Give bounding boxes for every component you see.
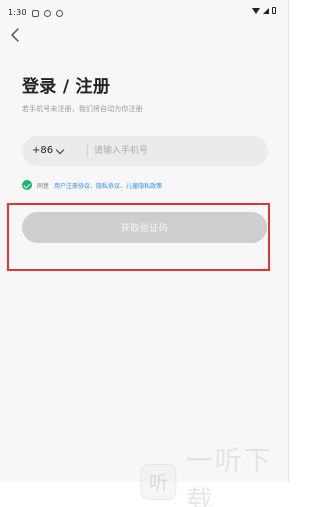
phone-screen: 1:30 登录 / 注册 若手机号未注册，我们将自动为你注册 +86 请输入手机… xyxy=(0,0,289,482)
agreement-row: 同意 用户注册协议、隐私协议、儿童隐私政策 xyxy=(22,180,162,190)
status-time: 1:30 xyxy=(8,8,27,17)
notification-icon xyxy=(31,9,39,17)
check-icon[interactable] xyxy=(22,180,32,190)
back-button[interactable] xyxy=(9,27,23,43)
wifi-icon xyxy=(252,7,260,14)
status-left: 1:30 xyxy=(8,7,63,19)
registration-hint: 若手机号未注册，我们将自动为你注册 xyxy=(22,105,143,113)
login-screen: 1:30 登录 / 注册 若手机号未注册，我们将自动为你注册 +86 请输入手机… xyxy=(0,0,300,507)
chevron-left-icon xyxy=(11,28,19,42)
input-divider xyxy=(87,145,88,157)
agreement-links: 用户注册协议、隐私协议、儿童隐私政策 xyxy=(54,181,162,190)
child-privacy-policy-link[interactable]: 儿童隐私政策 xyxy=(126,183,162,190)
watermark-brand: 一听下载 xyxy=(185,446,273,507)
svg-text:听: 听 xyxy=(149,472,168,495)
user-registration-agreement-link[interactable]: 用户注册协议 xyxy=(54,183,90,190)
notification-icon xyxy=(43,9,51,17)
phone-number-input[interactable] xyxy=(94,136,254,166)
battery-icon xyxy=(272,7,276,14)
privacy-agreement-link[interactable]: 隐私协议 xyxy=(96,183,120,190)
status-bar: 1:30 xyxy=(8,7,276,19)
signal-icon xyxy=(263,7,269,14)
notification-icon xyxy=(55,9,63,17)
agreement-prefix: 同意 xyxy=(37,182,50,190)
country-code-selector[interactable]: +86 xyxy=(32,136,65,166)
status-right xyxy=(252,7,276,14)
get-verification-code-button[interactable]: 获取验证码 xyxy=(22,212,267,243)
chevron-down-icon xyxy=(55,145,65,154)
watermark-logo-icon: 听 xyxy=(140,464,177,500)
country-code-label: +86 xyxy=(32,145,54,156)
page-title: 登录 / 注册 xyxy=(22,77,111,97)
watermark: 听 一听下载 xyxy=(140,446,298,507)
phone-input-row: +86 xyxy=(22,136,268,166)
